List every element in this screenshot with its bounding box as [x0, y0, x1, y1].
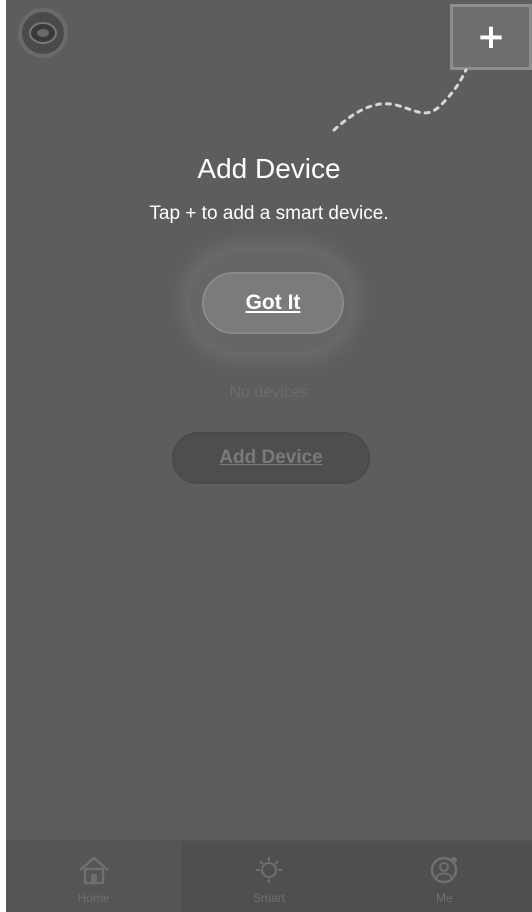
tab-me[interactable]: Me: [357, 841, 532, 912]
home-icon: [78, 856, 109, 885]
add-device-button[interactable]: Add Device: [172, 432, 370, 484]
tab-me-label: Me: [435, 891, 453, 905]
smart-icon: [255, 857, 282, 883]
tab-home-label: Home: [77, 891, 110, 905]
coach-description: Tap + to add a smart device.: [149, 203, 389, 224]
profile-icon: [431, 856, 458, 884]
coach-title: Add Device: [197, 153, 341, 184]
tab-smart-label: Smart: [252, 891, 285, 905]
tab-home[interactable]: Home: [6, 841, 182, 912]
home-avatar[interactable]: [22, 12, 64, 54]
got-it-button[interactable]: Got It: [202, 272, 344, 334]
empty-state-text: No devices: [229, 384, 309, 401]
plus-icon: +: [476, 17, 506, 57]
coach-arrow-icon: [332, 68, 468, 132]
app-screen: + Add Device Tap + to add a smart device…: [6, 0, 532, 912]
bottom-tab-bar: Home Smart Me: [6, 840, 532, 912]
avatar-icon: [29, 22, 57, 44]
tab-smart[interactable]: Smart: [181, 841, 356, 912]
